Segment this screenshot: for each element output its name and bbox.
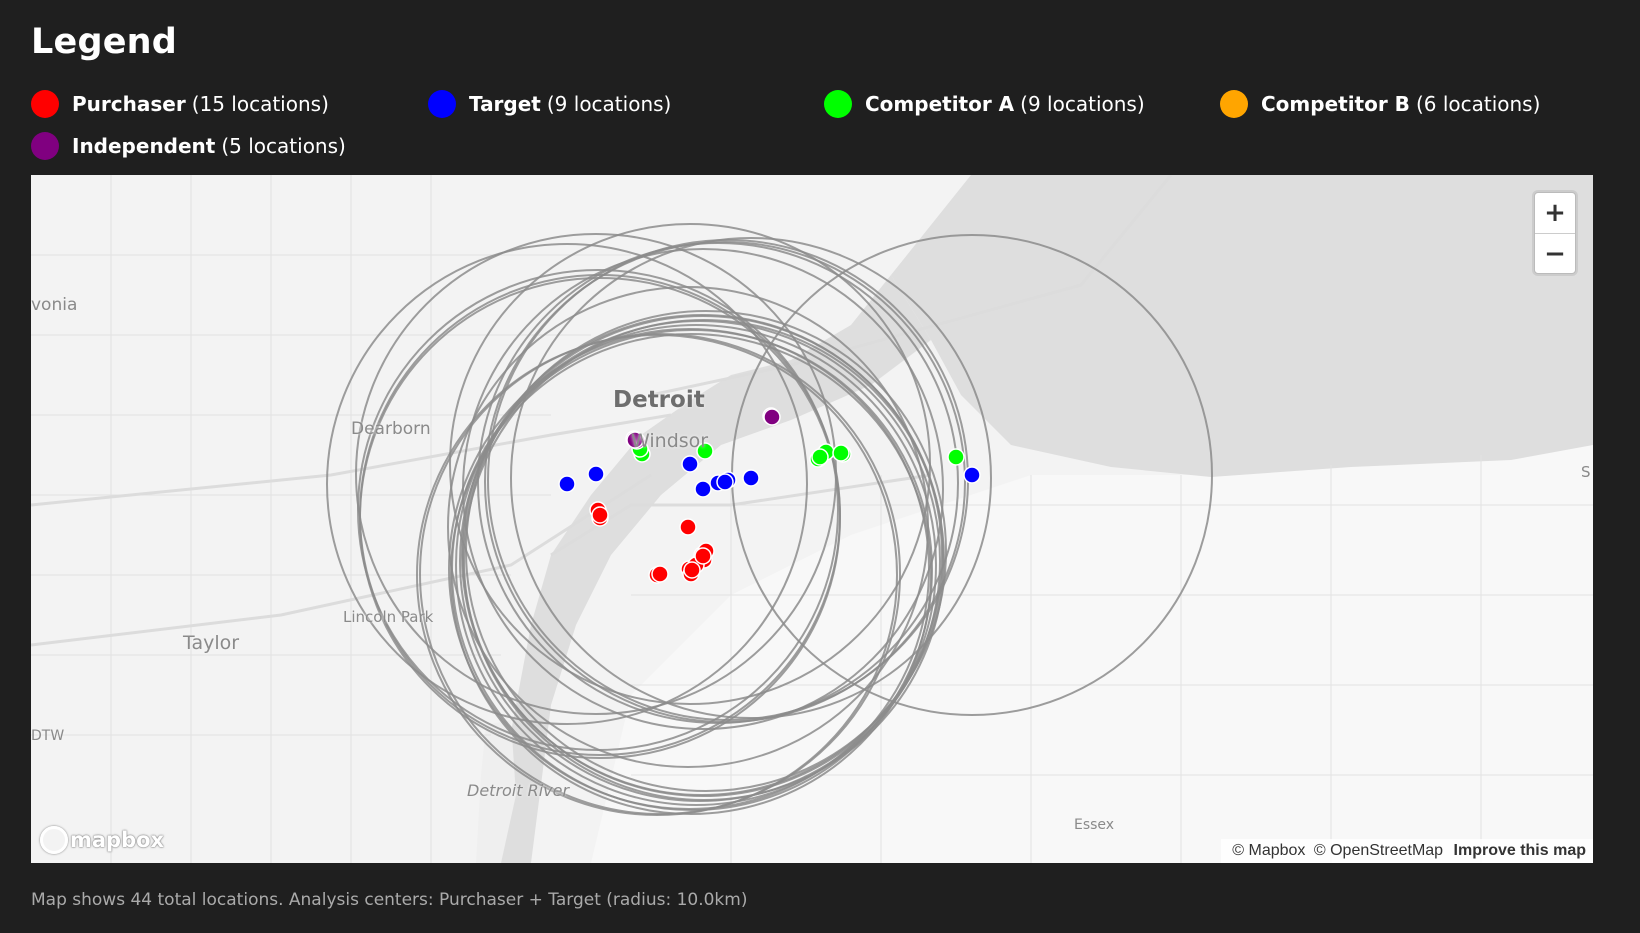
location-marker-competitor-a[interactable] (947, 448, 965, 466)
location-marker-target[interactable] (742, 469, 760, 487)
place-label-dearborn: Dearborn (351, 419, 431, 439)
location-marker-target[interactable] (694, 480, 712, 498)
competitor-a-swatch-icon (824, 90, 852, 118)
legend-count: (9 locations) (1020, 92, 1145, 116)
place-label-windsor: Windsor (631, 430, 709, 452)
location-marker-target[interactable] (963, 466, 981, 484)
place-label-edge: S (1581, 463, 1591, 481)
legend-item-competitor-a: Competitor A (9 locations) (824, 90, 1145, 118)
mapbox-logo[interactable]: mapbox (40, 826, 164, 854)
target-swatch-icon (428, 90, 456, 118)
location-marker-target[interactable] (558, 475, 576, 493)
legend-count: (15 locations) (191, 92, 329, 116)
zoom-out-button[interactable]: − (1535, 234, 1575, 274)
attribution-osm-link[interactable]: © OpenStreetMap (1314, 842, 1443, 859)
competitor-b-swatch-icon (1220, 90, 1248, 118)
location-marker-competitor-a[interactable] (811, 448, 829, 466)
legend-count: (5 locations) (221, 134, 346, 158)
location-marker-target[interactable] (587, 465, 605, 483)
legend-label: Target (469, 92, 541, 116)
location-marker-purchaser[interactable] (694, 547, 712, 565)
location-marker-competitor-a[interactable] (832, 444, 850, 462)
map-svg (31, 175, 1593, 863)
legend-label: Independent (72, 134, 216, 158)
legend: Purchaser (15 locations) Target (9 locat… (31, 90, 1591, 170)
location-marker-purchaser[interactable] (591, 506, 609, 524)
location-marker-purchaser[interactable] (683, 561, 701, 579)
place-label-dtw: DTW (31, 728, 65, 744)
place-label-lincoln-park: Lincoln Park (343, 608, 434, 626)
map-summary-footer: Map shows 44 total locations. Analysis c… (31, 890, 748, 910)
legend-item-independent: Independent (5 locations) (31, 132, 346, 160)
legend-count: (9 locations) (546, 92, 672, 116)
place-label-detroit: Detroit (613, 387, 705, 413)
purchaser-swatch-icon (31, 90, 59, 118)
location-marker-independent[interactable] (763, 408, 781, 426)
zoom-control: + − (1534, 192, 1576, 274)
mapbox-logo-icon (40, 826, 68, 854)
location-marker-target[interactable] (716, 473, 734, 491)
legend-count: (6 locations) (1415, 92, 1541, 116)
legend-item-competitor-b: Competitor B (6 locations) (1220, 90, 1540, 118)
location-marker-purchaser[interactable] (651, 565, 669, 583)
attribution-mapbox-link[interactable]: © Mapbox (1232, 842, 1305, 859)
improve-map-link[interactable]: Improve this map (1454, 842, 1586, 859)
mapbox-logo-text: mapbox (70, 828, 165, 852)
place-label-taylor: Taylor (183, 632, 240, 654)
map-canvas[interactable]: Detroit Windsor Dearborn vonia Taylor Li… (31, 175, 1593, 863)
legend-label: Purchaser (72, 92, 186, 116)
place-label-essex: Essex (1074, 817, 1115, 833)
legend-title: Legend (31, 22, 178, 62)
legend-item-target: Target (9 locations) (428, 90, 671, 118)
independent-swatch-icon (31, 132, 59, 160)
zoom-in-button[interactable]: + (1535, 193, 1575, 234)
map-attribution: © Mapbox © OpenStreetMap Improve this ma… (1221, 839, 1593, 863)
legend-label: Competitor B (1261, 92, 1410, 116)
legend-label: Competitor A (865, 92, 1015, 116)
place-label-livonia: vonia (31, 295, 78, 315)
location-marker-target[interactable] (681, 455, 699, 473)
place-label-detroit-river: Detroit River (467, 781, 570, 800)
legend-item-purchaser: Purchaser (15 locations) (31, 90, 329, 118)
location-marker-purchaser[interactable] (679, 518, 697, 536)
